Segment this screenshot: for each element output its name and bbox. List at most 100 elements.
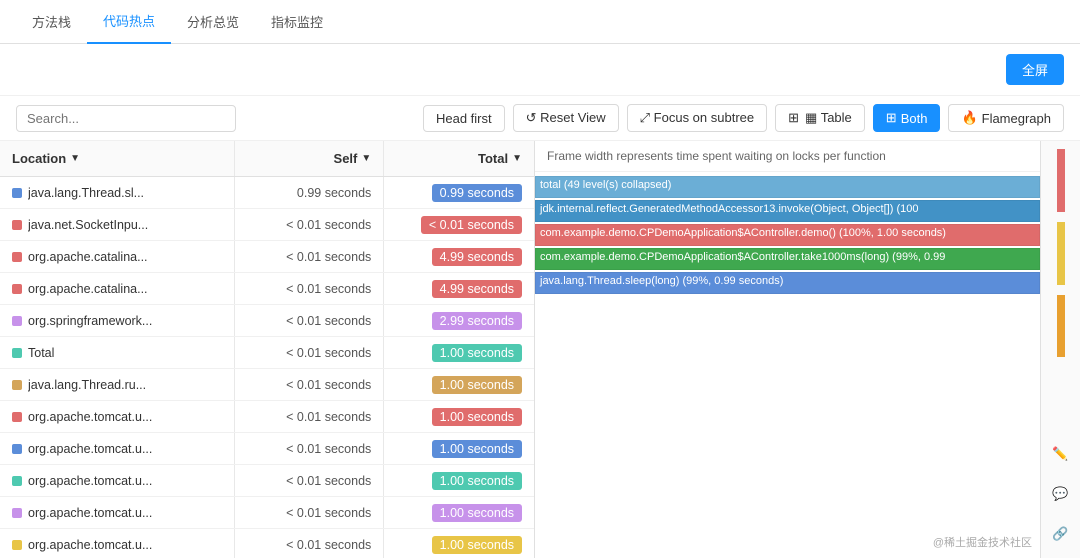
cell-total: < 0.01 seconds bbox=[384, 209, 534, 240]
cell-location: Total bbox=[0, 337, 235, 368]
cell-total: 1.00 seconds bbox=[384, 369, 534, 400]
nav-item-analysis[interactable]: 分析总览 bbox=[171, 0, 255, 44]
cell-self: < 0.01 seconds bbox=[235, 273, 385, 304]
table-row[interactable]: org.apache.tomcat.u... < 0.01 seconds 1.… bbox=[0, 497, 534, 529]
cell-self: 0.99 seconds bbox=[235, 177, 385, 208]
col-header-self[interactable]: Self ▼ bbox=[235, 141, 385, 176]
fullscreen-button[interactable]: 全屏 bbox=[1006, 54, 1064, 85]
table-row[interactable]: org.apache.tomcat.u... < 0.01 seconds 1.… bbox=[0, 529, 534, 558]
cell-location: org.apache.tomcat.u... bbox=[0, 497, 235, 528]
flame-block[interactable]: com.example.demo.CPDemoApplication$ACont… bbox=[535, 248, 1040, 270]
nav-item-hotspot[interactable]: 代码热点 bbox=[87, 0, 171, 44]
table-row[interactable]: java.lang.Thread.ru... < 0.01 seconds 1.… bbox=[0, 369, 534, 401]
total-badge: 4.99 seconds bbox=[432, 248, 522, 266]
focus-subtree-button[interactable]: ⤢ Focus on subtree bbox=[627, 104, 767, 132]
row-color-dot bbox=[12, 188, 22, 198]
cell-self: < 0.01 seconds bbox=[235, 369, 385, 400]
col-header-total[interactable]: Total ▼ bbox=[384, 141, 534, 176]
share-icon[interactable]: 🔗 bbox=[1045, 518, 1077, 550]
side-tools: ✏️ 💬 🔗 bbox=[1040, 141, 1080, 558]
cell-location: org.apache.tomcat.u... bbox=[0, 401, 235, 432]
nav-item-metrics[interactable]: 指标监控 bbox=[255, 0, 339, 44]
table-row[interactable]: org.apache.catalina... < 0.01 seconds 4.… bbox=[0, 273, 534, 305]
location-text: org.apache.tomcat.u... bbox=[28, 442, 152, 456]
location-text: org.apache.tomcat.u... bbox=[28, 506, 152, 520]
flame-block[interactable]: java.lang.Thread.sleep(long) (99%, 0.99 … bbox=[535, 272, 1040, 294]
table-row[interactable]: org.apache.tomcat.u... < 0.01 seconds 1.… bbox=[0, 433, 534, 465]
top-nav: 方法栈 代码热点 分析总览 指标监控 bbox=[0, 0, 1080, 44]
table-label: ▦ Table bbox=[805, 110, 852, 126]
total-badge: 1.00 seconds bbox=[432, 536, 522, 554]
table-row[interactable]: Total < 0.01 seconds 1.00 seconds bbox=[0, 337, 534, 369]
location-text: org.apache.catalina... bbox=[28, 282, 148, 296]
watermark: @稀土掘金技术社区 bbox=[933, 534, 1032, 550]
cell-location: java.net.SocketInpu... bbox=[0, 209, 235, 240]
col-header-location[interactable]: Location ▼ bbox=[0, 141, 235, 176]
flame-block[interactable]: jdk.internal.reflect.GeneratedMethodAcce… bbox=[535, 200, 1040, 222]
cell-location: org.apache.catalina... bbox=[0, 273, 235, 304]
cell-total: 1.00 seconds bbox=[384, 529, 534, 558]
row-color-dot bbox=[12, 412, 22, 422]
cell-total: 2.99 seconds bbox=[384, 305, 534, 336]
location-text: org.apache.tomcat.u... bbox=[28, 538, 152, 552]
sort-location-icon: ▼ bbox=[70, 153, 80, 164]
both-button[interactable]: ⊞ Both bbox=[873, 104, 941, 132]
head-first-button[interactable]: Head first bbox=[423, 105, 505, 132]
cell-total: 1.00 seconds bbox=[384, 337, 534, 368]
cell-self: < 0.01 seconds bbox=[235, 529, 385, 558]
toolbar: 全屏 bbox=[0, 44, 1080, 96]
row-color-dot bbox=[12, 540, 22, 550]
row-color-dot bbox=[12, 476, 22, 486]
cell-self: < 0.01 seconds bbox=[235, 337, 385, 368]
total-badge: 0.99 seconds bbox=[432, 184, 522, 202]
total-badge: < 0.01 seconds bbox=[421, 216, 522, 234]
cell-location: java.lang.Thread.ru... bbox=[0, 369, 235, 400]
location-text: java.lang.Thread.sl... bbox=[28, 186, 144, 200]
table-row[interactable]: org.springframework... < 0.01 seconds 2.… bbox=[0, 305, 534, 337]
total-badge: 1.00 seconds bbox=[432, 472, 522, 490]
table-row[interactable]: org.apache.catalina... < 0.01 seconds 4.… bbox=[0, 241, 534, 273]
flame-info-text: Frame width represents time spent waitin… bbox=[535, 141, 1040, 172]
table-button[interactable]: ⊞ ▦ Table bbox=[775, 104, 865, 132]
sort-total-icon: ▼ bbox=[512, 153, 522, 164]
row-color-dot bbox=[12, 316, 22, 326]
table-row[interactable]: java.net.SocketInpu... < 0.01 seconds < … bbox=[0, 209, 534, 241]
both-icon: ⊞ bbox=[886, 110, 897, 126]
table-icon: ⊞ bbox=[788, 110, 799, 126]
flame-content[interactable]: total (49 level(s) collapsed)jdk.interna… bbox=[535, 172, 1040, 558]
total-badge: 1.00 seconds bbox=[432, 504, 522, 522]
table-row[interactable]: org.apache.tomcat.u... < 0.01 seconds 1.… bbox=[0, 401, 534, 433]
row-color-dot bbox=[12, 380, 22, 390]
table-row[interactable]: org.apache.tomcat.u... < 0.01 seconds 1.… bbox=[0, 465, 534, 497]
total-badge: 1.00 seconds bbox=[432, 344, 522, 362]
total-badge: 1.00 seconds bbox=[432, 376, 522, 394]
table-row[interactable]: java.lang.Thread.sl... 0.99 seconds 0.99… bbox=[0, 177, 534, 209]
cell-location: org.apache.tomcat.u... bbox=[0, 465, 235, 496]
row-color-dot bbox=[12, 220, 22, 230]
cell-location: java.lang.Thread.sl... bbox=[0, 177, 235, 208]
location-text: Total bbox=[28, 346, 54, 360]
table-panel: Location ▼ Self ▼ Total ▼ java.lang.Thre… bbox=[0, 141, 535, 558]
edit-icon[interactable]: ✏️ bbox=[1045, 438, 1077, 470]
location-text: org.apache.catalina... bbox=[28, 250, 148, 264]
reset-view-button[interactable]: ↺ Reset View bbox=[513, 104, 619, 132]
table-body: java.lang.Thread.sl... 0.99 seconds 0.99… bbox=[0, 177, 534, 558]
flame-block[interactable]: total (49 level(s) collapsed) bbox=[535, 176, 1040, 198]
cell-self: < 0.01 seconds bbox=[235, 241, 385, 272]
cell-total: 0.99 seconds bbox=[384, 177, 534, 208]
cell-total: 4.99 seconds bbox=[384, 273, 534, 304]
nav-item-methods[interactable]: 方法栈 bbox=[16, 0, 87, 44]
flame-panel: Frame width represents time spent waitin… bbox=[535, 141, 1040, 558]
cell-total: 1.00 seconds bbox=[384, 497, 534, 528]
search-input[interactable] bbox=[16, 105, 236, 132]
flamegraph-label: Flamegraph bbox=[982, 111, 1051, 126]
flamegraph-button[interactable]: 🔥 Flamegraph bbox=[948, 104, 1064, 132]
cell-total: 1.00 seconds bbox=[384, 465, 534, 496]
location-text: java.lang.Thread.ru... bbox=[28, 378, 146, 392]
cell-self: < 0.01 seconds bbox=[235, 497, 385, 528]
comment-icon[interactable]: 💬 bbox=[1045, 478, 1077, 510]
cell-location: org.apache.catalina... bbox=[0, 241, 235, 272]
sort-self-icon: ▼ bbox=[361, 153, 371, 164]
cell-location: org.apache.tomcat.u... bbox=[0, 433, 235, 464]
flame-block[interactable]: com.example.demo.CPDemoApplication$ACont… bbox=[535, 224, 1040, 246]
